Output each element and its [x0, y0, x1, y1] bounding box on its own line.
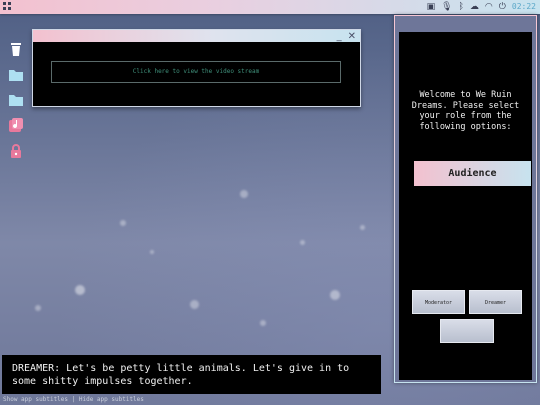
welcome-text: Welcome to We Ruin Dreams. Please select…	[411, 90, 520, 132]
hide-subtitles-link[interactable]: Hide app subtitles	[79, 396, 144, 403]
separator: |	[68, 396, 79, 403]
bluetooth-icon[interactable]: ᛒ	[459, 1, 464, 13]
music-folder-icon[interactable]	[8, 117, 24, 133]
mic-icon[interactable]: 🎙︎	[441, 1, 452, 13]
view-video-stream-button[interactable]: Click here to view the video stream	[51, 61, 341, 83]
show-subtitles-link[interactable]: Show app subtitles	[3, 396, 68, 403]
moderator-button[interactable]: Moderator	[412, 290, 465, 314]
third-role-button[interactable]	[440, 319, 494, 343]
app-grid-icon[interactable]	[3, 2, 11, 10]
video-window-titlebar[interactable]: _ ✕	[33, 30, 360, 42]
system-tray: ▣ 🎙︎ ᛒ ☁ ◠ ⏻ 02:22	[427, 1, 536, 13]
subtitle-toggles: Show app subtitles | Hide app subtitles	[3, 396, 144, 404]
video-window: _ ✕ Click here to view the video stream	[32, 29, 361, 107]
clock: 02:22	[511, 2, 536, 11]
lock-icon[interactable]	[8, 143, 24, 159]
wifi-icon[interactable]: ◠	[485, 1, 493, 13]
audience-button[interactable]: Audience	[414, 161, 531, 186]
folder-icon[interactable]	[8, 92, 24, 108]
dreamer-button[interactable]: Dreamer	[469, 290, 522, 314]
top-bar: ▣ 🎙︎ ᛒ ☁ ◠ ⏻ 02:22	[0, 0, 540, 14]
minimize-icon[interactable]: _	[337, 31, 342, 42]
cloud-icon[interactable]: ☁	[470, 1, 479, 13]
power-icon[interactable]: ⏻	[499, 1, 506, 13]
battery-icon[interactable]: ▣	[427, 1, 436, 13]
subtitle-box: DREAMER: Let's be petty little animals. …	[2, 355, 381, 394]
trash-icon[interactable]	[8, 41, 24, 57]
folder-icon[interactable]	[8, 67, 24, 83]
close-icon[interactable]: ✕	[348, 31, 356, 42]
